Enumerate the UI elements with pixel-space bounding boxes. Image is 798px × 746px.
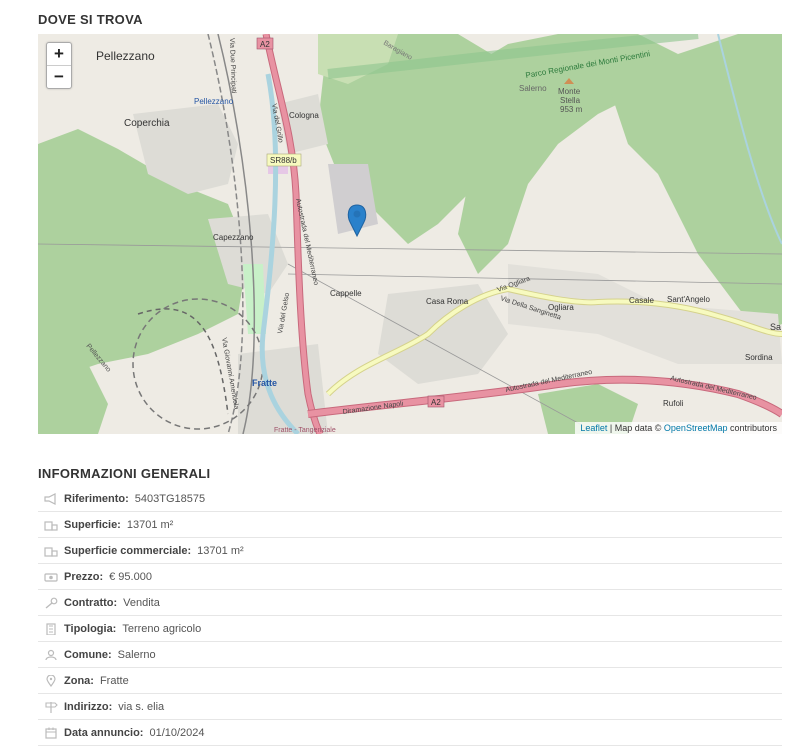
map-label-pellezzano-blue: Pellezzano [194, 97, 234, 106]
map-label-fratte: Fratte [252, 378, 277, 388]
info-value: 01/10/2024 [149, 726, 205, 739]
info-row-indirizzo: Indirizzo: via s. elia [38, 694, 782, 720]
location-pin-icon [38, 674, 64, 687]
map-label-coperchia: Coperchia [124, 118, 170, 129]
road-shield-a2-top: A2 [256, 37, 274, 50]
area-icon [38, 545, 64, 557]
info-label: Superficie: [64, 518, 121, 531]
info-value: Salerno [117, 648, 156, 661]
megaphone-icon [38, 492, 64, 505]
info-row-riferimento: Riferimento: 5403TG18575 [38, 486, 782, 512]
attribution-contributors: contributors [727, 423, 777, 433]
info-value: Terreno agricolo [122, 622, 202, 635]
map-label-casale: Casale [629, 296, 654, 305]
zoom-control: + − [46, 42, 72, 89]
info-row-contratto: Contratto: Vendita [38, 590, 782, 616]
info-value: 13701 m² [126, 518, 174, 531]
info-label: Contratto: [64, 596, 118, 609]
map[interactable]: Pellezzano Pellezzano Coperchia Cologna … [38, 34, 782, 434]
map-label-pellezzano: Pellezzano [96, 49, 155, 63]
map-label-salerno-top: Salerno [519, 84, 547, 93]
money-icon [38, 571, 64, 583]
info-row-data-annuncio: Data annuncio: 01/10/2024 [38, 720, 782, 746]
map-attribution: Leaflet | Map data © OpenStreetMap contr… [575, 422, 782, 434]
svg-text:A2: A2 [260, 40, 270, 49]
general-info-list: Riferimento: 5403TG18575 Superficie: 137… [38, 486, 782, 746]
info-row-zona: Zona: Fratte [38, 668, 782, 694]
road-shield-sr88b: SR88/b [266, 153, 302, 167]
location-section-title: DOVE SI TROVA [38, 12, 143, 27]
area-icon [38, 519, 64, 531]
svg-text:SR88/b: SR88/b [270, 156, 297, 165]
building-icon [38, 622, 64, 635]
info-value: 5403TG18575 [134, 492, 206, 505]
map-tiles: Pellezzano Pellezzano Coperchia Cologna … [38, 34, 782, 434]
map-label-santangelo: Sant'Angelo [667, 295, 710, 304]
map-label-rufoli: Rufoli [663, 399, 684, 408]
info-label: Prezzo: [64, 570, 104, 583]
info-label: Data annuncio: [64, 726, 144, 739]
info-row-superficie: Superficie: 13701 m² [38, 512, 782, 538]
svg-text:A2: A2 [431, 398, 441, 407]
info-value: € 95.000 [109, 570, 152, 583]
leaflet-link[interactable]: Leaflet [580, 423, 607, 433]
map-label-stella: Stella [560, 96, 581, 105]
city-icon [38, 649, 64, 661]
info-label: Superficie commerciale: [64, 544, 192, 557]
zoom-out-button[interactable]: − [47, 66, 71, 88]
info-row-comune: Comune: Salerno [38, 642, 782, 668]
info-label: Indirizzo: [64, 700, 113, 713]
map-label-sordina: Sordina [745, 353, 773, 362]
info-label: Zona: [64, 674, 94, 687]
info-value: Fratte [99, 674, 129, 687]
map-label-capezzano: Capezzano [213, 233, 254, 242]
info-row-tipologia: Tipologia: Terreno agricolo [38, 616, 782, 642]
openstreetmap-link[interactable]: OpenStreetMap [664, 423, 728, 433]
info-row-superficie-commerciale: Superficie commerciale: 13701 m² [38, 538, 782, 564]
map-label-sa-edge: Sa [770, 322, 781, 332]
map-label-casa-roma: Casa Roma [426, 297, 469, 306]
info-row-prezzo: Prezzo: € 95.000 [38, 564, 782, 590]
info-label: Tipologia: [64, 622, 117, 635]
attribution-mapdata: | Map data © [607, 423, 664, 433]
zoom-in-button[interactable]: + [47, 43, 71, 66]
key-icon [38, 597, 64, 609]
info-label: Riferimento: [64, 492, 129, 505]
info-value: via s. elia [118, 700, 165, 713]
road-shield-a2-bottom: A2 [427, 395, 445, 408]
map-label-monte: Monte [558, 87, 581, 96]
calendar-icon [38, 727, 64, 739]
map-label-fratte-tangenziale: Fratte - Tangenziale [274, 427, 336, 434]
info-value: Vendita [123, 596, 160, 609]
signpost-icon [38, 701, 64, 713]
info-value: 13701 m² [197, 544, 244, 557]
map-label-elevation: 953 m [560, 105, 583, 114]
map-label-cappelle: Cappelle [330, 289, 362, 298]
map-label-cologna: Cologna [289, 111, 319, 120]
general-section-title: INFORMAZIONI GENERALI [38, 466, 211, 481]
info-label: Comune: [64, 648, 112, 661]
